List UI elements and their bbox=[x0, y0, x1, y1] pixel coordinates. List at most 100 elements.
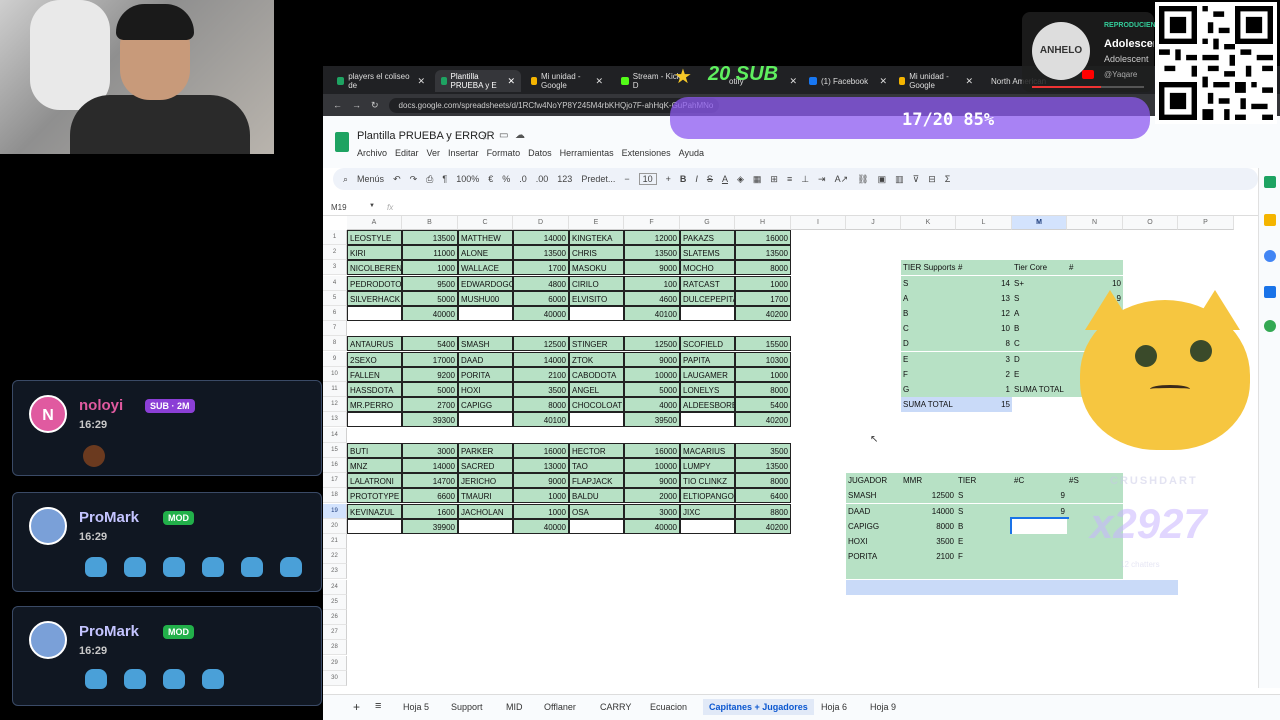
cell[interactable]: TAO bbox=[569, 458, 624, 473]
italic-icon[interactable]: I bbox=[695, 174, 698, 184]
cell[interactable]: WALLACE bbox=[458, 260, 513, 276]
keep-icon[interactable] bbox=[1264, 214, 1276, 226]
cell[interactable]: 40000 bbox=[624, 518, 680, 534]
sheet-tab[interactable]: Offlaner bbox=[544, 702, 576, 712]
link-icon[interactable]: ⛓ bbox=[857, 174, 868, 185]
cell[interactable]: 40000 bbox=[402, 306, 458, 321]
cell[interactable]: 8000 bbox=[735, 382, 791, 397]
cell[interactable]: F bbox=[956, 549, 1012, 565]
back-icon[interactable]: ← bbox=[333, 100, 342, 110]
align-icon[interactable]: ≡ bbox=[787, 174, 792, 184]
cell[interactable]: 10000 bbox=[624, 458, 680, 473]
cell[interactable]: S bbox=[956, 488, 1012, 504]
sheets-logo-icon[interactable] bbox=[335, 132, 349, 152]
cell[interactable]: SMASH bbox=[458, 336, 513, 352]
column-header[interactable]: O bbox=[1123, 216, 1178, 230]
cell[interactable]: 12 bbox=[956, 306, 1012, 321]
cell[interactable]: 12000 bbox=[624, 230, 680, 245]
cell[interactable]: 16000 bbox=[624, 442, 680, 458]
reload-icon[interactable]: ↻ bbox=[371, 100, 379, 111]
cell[interactable] bbox=[901, 564, 956, 580]
cell[interactable]: 13000 bbox=[513, 458, 569, 473]
url-field[interactable]: docs.google.com/spreadsheets/d/1RCfw4NoY… bbox=[388, 97, 719, 113]
row-header[interactable]: 10 bbox=[323, 366, 347, 382]
cell[interactable]: 14000 bbox=[513, 230, 569, 245]
font-size-increase-icon[interactable]: + bbox=[666, 174, 671, 184]
cell[interactable] bbox=[956, 579, 1012, 595]
number-format-button[interactable]: 123 bbox=[557, 174, 572, 184]
cell[interactable] bbox=[458, 306, 513, 321]
cell[interactable]: ELTIOPANGO bbox=[680, 488, 735, 504]
cell[interactable]: 6400 bbox=[735, 488, 791, 504]
undo-icon[interactable]: ↶ bbox=[393, 174, 401, 185]
cell[interactable] bbox=[846, 564, 901, 580]
column-header[interactable]: I bbox=[791, 216, 846, 230]
currency-button[interactable]: € bbox=[488, 174, 493, 184]
cell[interactable]: 40100 bbox=[513, 412, 569, 428]
cell[interactable]: 40200 bbox=[735, 412, 791, 428]
cell[interactable]: KIRI bbox=[347, 245, 402, 261]
cell[interactable]: PEDRODOTO bbox=[347, 275, 402, 291]
row-header[interactable]: 6 bbox=[323, 306, 347, 321]
cell[interactable]: ELVISITO bbox=[569, 290, 624, 306]
column-header[interactable]: G bbox=[680, 216, 735, 230]
cell[interactable]: 6000 bbox=[513, 290, 569, 306]
name-box-dropdown-icon[interactable]: ▼ bbox=[369, 203, 375, 209]
sheet-tab[interactable]: Ecuacion bbox=[650, 702, 687, 712]
column-header[interactable]: D bbox=[513, 216, 569, 230]
cell[interactable] bbox=[347, 518, 402, 534]
cell[interactable]: 8 bbox=[956, 336, 1012, 352]
decrease-decimal-button[interactable]: .0 bbox=[519, 174, 527, 184]
menu-datos[interactable]: Datos bbox=[528, 148, 552, 158]
cell[interactable]: FLAPJACK bbox=[569, 473, 624, 489]
cell[interactable] bbox=[901, 579, 956, 595]
add-sheet-icon[interactable]: + bbox=[353, 700, 360, 714]
cell[interactable]: BUTI bbox=[347, 442, 402, 458]
cell[interactable]: SLATEMS bbox=[680, 245, 735, 261]
selected-cell[interactable] bbox=[1010, 516, 1069, 536]
cell[interactable]: 14700 bbox=[402, 473, 458, 489]
row-header[interactable]: 24 bbox=[323, 579, 347, 595]
cell[interactable]: HOXI bbox=[458, 382, 513, 397]
cell[interactable]: PORITA bbox=[846, 549, 901, 565]
cell[interactable]: STINGER bbox=[569, 336, 624, 352]
row-header[interactable]: 1 bbox=[323, 230, 347, 245]
cell[interactable]: 8000 bbox=[513, 397, 569, 413]
row-header[interactable]: 7 bbox=[323, 321, 347, 337]
cell[interactable]: LAUGAMER bbox=[680, 366, 735, 382]
cell[interactable] bbox=[1012, 534, 1067, 549]
font-select[interactable]: Predet... bbox=[581, 174, 615, 184]
tasks-icon[interactable] bbox=[1264, 250, 1276, 262]
cell[interactable]: 10300 bbox=[735, 351, 791, 367]
cell[interactable]: MMR bbox=[901, 473, 956, 489]
row-header[interactable]: 8 bbox=[323, 336, 347, 352]
cell[interactable]: KINGTEKA bbox=[569, 230, 624, 245]
menu-ayuda[interactable]: Ayuda bbox=[679, 148, 704, 158]
cell[interactable]: PAPITA bbox=[680, 351, 735, 367]
cell[interactable]: 9 bbox=[1012, 503, 1067, 519]
cell[interactable]: SACRED bbox=[458, 458, 513, 473]
row-header[interactable]: 27 bbox=[323, 625, 347, 641]
cell[interactable]: E bbox=[1012, 366, 1067, 382]
cell[interactable]: 2 bbox=[956, 366, 1012, 382]
cell[interactable]: 5000 bbox=[624, 382, 680, 397]
cell[interactable]: TIO CLINKZ bbox=[680, 473, 735, 489]
cell[interactable]: JUGADOR bbox=[846, 473, 901, 489]
sheet-tab[interactable]: MID bbox=[506, 702, 523, 712]
cell[interactable]: 12500 bbox=[513, 336, 569, 352]
cell[interactable]: 15500 bbox=[735, 336, 791, 352]
cell[interactable]: SCOFIELD bbox=[680, 336, 735, 352]
column-header[interactable]: E bbox=[569, 216, 624, 230]
row-header[interactable]: 11 bbox=[323, 382, 347, 397]
paint-format-icon[interactable]: ¶ bbox=[442, 174, 447, 184]
cell[interactable]: D bbox=[901, 336, 956, 352]
column-header[interactable]: A bbox=[347, 216, 402, 230]
fill-color-icon[interactable]: ◈ bbox=[737, 174, 744, 185]
cell[interactable]: ZTOK bbox=[569, 351, 624, 367]
cell[interactable]: ALONE bbox=[458, 245, 513, 261]
cell[interactable]: E bbox=[956, 534, 1012, 549]
cell[interactable] bbox=[458, 412, 513, 428]
cloud-icon[interactable]: ☁ bbox=[515, 130, 525, 141]
cell[interactable]: S bbox=[956, 503, 1012, 519]
cell[interactable]: 14000 bbox=[901, 503, 956, 519]
